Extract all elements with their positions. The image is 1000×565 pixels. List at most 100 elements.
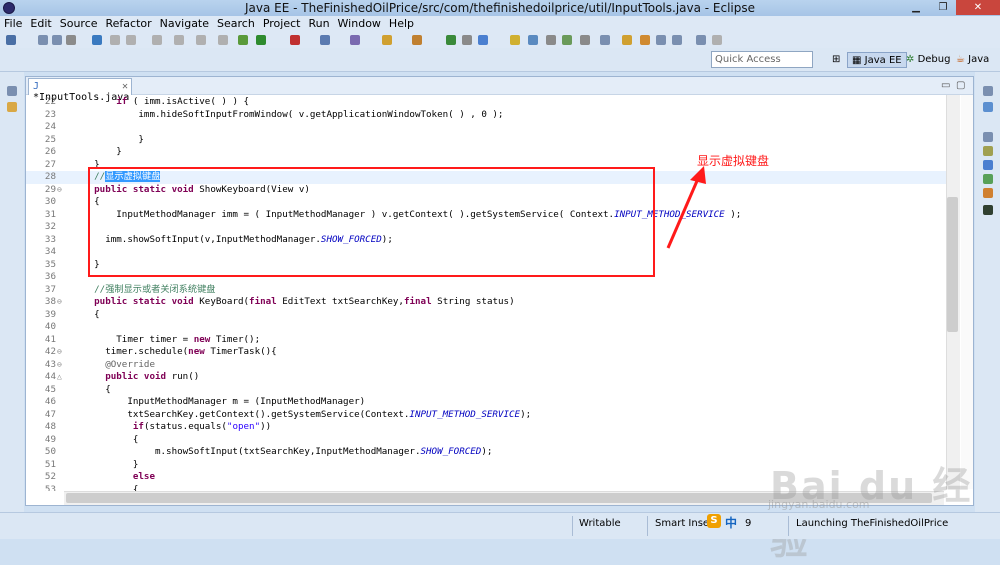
code-line[interactable]: 44 △ public void run() <box>26 371 946 384</box>
override-marker-icon[interactable]: △ <box>57 371 62 384</box>
tab-inputtools[interactable]: J *InputTools.java ✕ <box>28 78 132 103</box>
toolbar-button-icon[interactable] <box>174 35 184 45</box>
toolbar-button-icon[interactable] <box>510 35 520 45</box>
toolbar-button-icon[interactable] <box>6 35 16 45</box>
code-line[interactable]: 37 //强制显示或者关闭系统键盘 <box>26 284 946 297</box>
toolbar-button-icon[interactable] <box>152 35 162 45</box>
minimize-button[interactable]: ▁ <box>903 0 929 15</box>
toolbar-button-icon[interactable] <box>562 35 572 45</box>
toolbar-button-icon[interactable] <box>672 35 682 45</box>
console-icon[interactable] <box>983 160 993 170</box>
toolbar-button-icon[interactable] <box>528 35 538 45</box>
toolbar-button-icon[interactable] <box>52 35 62 45</box>
ime-sogou-icon[interactable]: S <box>707 514 721 528</box>
fold-toggle-icon[interactable]: ⊖ <box>57 346 62 359</box>
close-tab-icon[interactable]: ✕ <box>122 81 128 92</box>
code-line[interactable]: 23 imm.hideSoftInputFromWindow( v.getApp… <box>26 109 946 122</box>
toolbar-button-icon[interactable] <box>622 35 632 45</box>
open-perspective-button[interactable]: ⊞ <box>828 52 844 68</box>
code-line[interactable]: 46 InputMethodManager m = (InputMethodMa… <box>26 396 946 409</box>
menu-edit[interactable]: Edit <box>26 16 55 30</box>
close-button[interactable]: ✕ <box>956 0 1000 15</box>
toolbar-button-icon[interactable] <box>238 35 248 45</box>
code-line[interactable]: 47 txtSearchKey.getContext().getSystemSe… <box>26 409 946 422</box>
toolbar-button-icon[interactable] <box>412 35 422 45</box>
fold-toggle-icon[interactable]: ⊖ <box>57 296 62 309</box>
toolbar-button-icon[interactable] <box>382 35 392 45</box>
code-line[interactable]: 45 { <box>26 384 946 397</box>
problems-icon[interactable] <box>983 174 993 184</box>
snippets-icon[interactable] <box>983 205 993 215</box>
menu-run[interactable]: Run <box>304 16 333 30</box>
code-line[interactable]: 24 <box>26 121 946 134</box>
toolbar-button-icon[interactable] <box>38 35 48 45</box>
menu-source[interactable]: Source <box>56 16 102 30</box>
toolbar-button-icon[interactable] <box>290 35 300 45</box>
quick-access-input[interactable]: Quick Access <box>711 51 813 68</box>
perspective-java[interactable]: ☕ Java <box>952 52 993 68</box>
toolbar-button-icon[interactable] <box>600 35 610 45</box>
toolbar-button-icon[interactable] <box>66 35 76 45</box>
toolbar-button-icon[interactable] <box>110 35 120 45</box>
menu-window[interactable]: Window <box>334 16 385 30</box>
toolbar-button-icon[interactable] <box>478 35 488 45</box>
code-line[interactable]: 22 if ( imm.isActive( ) ) { <box>26 96 946 109</box>
outline-icon[interactable] <box>983 102 993 112</box>
fold-toggle-icon[interactable]: ⊖ <box>57 359 62 372</box>
toolbar-button-icon[interactable] <box>446 35 456 45</box>
toolbar-button-icon[interactable] <box>196 35 206 45</box>
overview-ruler[interactable] <box>961 95 973 489</box>
code-text: public static void KeyBoard(final EditTe… <box>94 296 515 307</box>
code-line[interactable]: 48 if(status.equals("open")) <box>26 421 946 434</box>
code-line[interactable]: 43 ⊖ @Override <box>26 359 946 372</box>
perspective-java-ee[interactable]: ▦ Java EE <box>847 52 907 68</box>
code-line[interactable]: 49 { <box>26 434 946 447</box>
restore-button[interactable]: ❐ <box>930 0 956 15</box>
toolbar-button-icon[interactable] <box>126 35 136 45</box>
code-line[interactable]: 25 } <box>26 134 946 147</box>
toolbar-button-icon[interactable] <box>320 35 330 45</box>
title-bar: Java EE - TheFinishedOilPrice/src/com/th… <box>0 0 1000 16</box>
minimize-icon[interactable]: ▭ <box>941 80 950 91</box>
menu-navigate[interactable]: Navigate <box>156 16 213 30</box>
ime-mode-indicator[interactable]: 中 <box>725 514 737 531</box>
toolbar-button-icon[interactable] <box>656 35 666 45</box>
code-text: } <box>72 146 122 157</box>
toolbar-button-icon[interactable] <box>546 35 556 45</box>
package-explorer-icon[interactable] <box>7 102 17 112</box>
status-writable: Writable <box>579 518 621 529</box>
code-area[interactable]: 22 if ( imm.isActive( ) ) {23 imm.hideSo… <box>26 95 973 491</box>
fold-toggle-icon[interactable]: ⊖ <box>57 184 62 197</box>
maximize-icon[interactable]: ▢ <box>956 80 965 91</box>
toolbar-button-icon[interactable] <box>696 35 706 45</box>
vertical-scroll-thumb[interactable] <box>947 197 958 332</box>
perspective-debug[interactable]: ✲ Debug <box>902 52 954 68</box>
restore-view-icon[interactable] <box>983 86 993 96</box>
menu-bar: File Edit Source Refactor Navigate Search Proj… <box>0 16 1000 32</box>
menu-help[interactable]: Help <box>385 16 418 30</box>
toolbar-button-icon[interactable] <box>640 35 650 45</box>
toolbar-button-icon[interactable] <box>350 35 360 45</box>
menu-file[interactable]: File <box>0 16 26 30</box>
code-line[interactable]: 41 Timer timer = new Timer(); <box>26 334 946 347</box>
tasks-icon[interactable] <box>983 188 993 198</box>
toolbar-button-icon[interactable] <box>580 35 590 45</box>
restore-view-icon[interactable] <box>983 132 993 142</box>
toolbar-button-icon[interactable] <box>92 35 102 45</box>
code-line[interactable]: 38 ⊖ public static void KeyBoard(final Ed… <box>26 296 946 309</box>
menu-refactor[interactable]: Refactor <box>102 16 156 30</box>
code-line[interactable]: 40 <box>26 321 946 334</box>
status-bar: Writable Smart Insert 9 Launching TheFin… <box>0 512 1000 539</box>
toolbar-button-icon[interactable] <box>712 35 722 45</box>
code-line[interactable]: 26 } <box>26 146 946 159</box>
menu-project[interactable]: Project <box>259 16 305 30</box>
code-line[interactable]: 39 { <box>26 309 946 322</box>
java-editor[interactable]: J *InputTools.java ✕ ▭ ▢ 22 if ( imm.isA… <box>25 76 974 506</box>
toolbar-button-icon[interactable] <box>256 35 266 45</box>
restore-view-icon[interactable] <box>7 86 17 96</box>
menu-search[interactable]: Search <box>213 16 259 30</box>
toolbar-button-icon[interactable] <box>218 35 228 45</box>
code-line[interactable]: 42 ⊖ timer.schedule(new TimerTask(){ <box>26 346 946 359</box>
toolbar-button-icon[interactable] <box>462 35 472 45</box>
servers-icon[interactable] <box>983 146 993 156</box>
